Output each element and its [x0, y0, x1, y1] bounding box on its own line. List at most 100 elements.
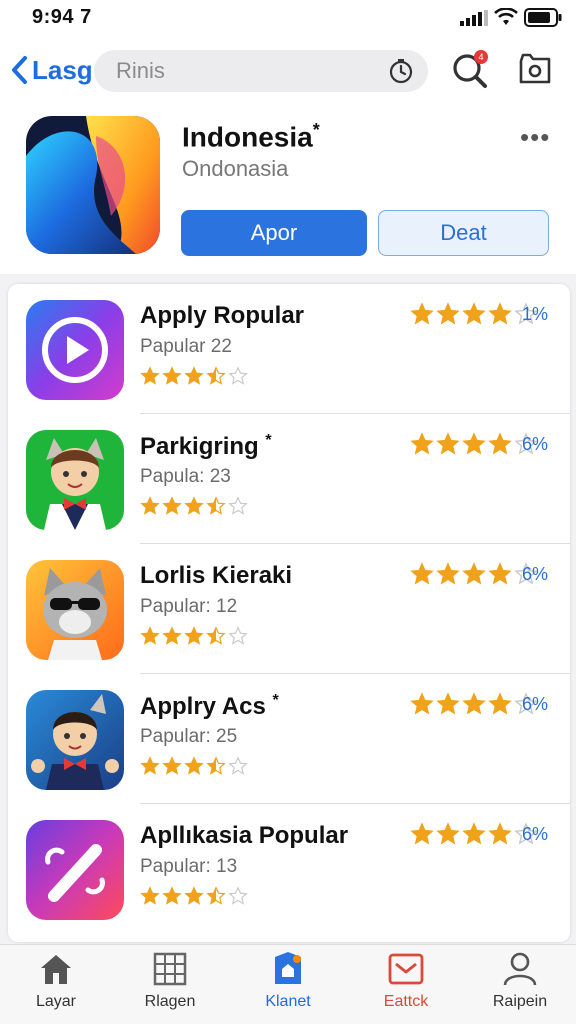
list-item[interactable]: Apllıkasia Popular Papular: 13 6% [8, 804, 570, 934]
small-rating [140, 626, 250, 648]
app-meta: Papular: 13 [140, 856, 238, 877]
star-icon [488, 302, 512, 325]
tab-klanet[interactable]: Klanet [238, 951, 338, 1021]
app-meta: Papular: 12 [140, 596, 238, 617]
star-icon [140, 496, 160, 515]
notification-badge: 4 [474, 50, 488, 64]
star-icon [184, 496, 204, 515]
home-icon [41, 955, 71, 984]
list-item[interactable]: Applry Acs * Papular: 25 6% [8, 674, 570, 804]
star-icon [140, 366, 160, 385]
top-nav: Lasg 4 [0, 36, 576, 106]
star-icon [162, 756, 182, 775]
small-rating [140, 366, 250, 388]
search-button[interactable]: 4 [450, 48, 490, 92]
star-icon [228, 886, 248, 905]
star-icon [488, 562, 512, 585]
rating-percent: 6% [522, 564, 549, 584]
grid-icon [153, 952, 187, 986]
small-rating [140, 496, 250, 518]
star-icon [162, 366, 182, 385]
app-icon-play [26, 300, 124, 400]
rating-percent: 6% [522, 824, 549, 844]
primary-action-button[interactable]: Apor [181, 210, 367, 256]
star-icon [462, 302, 486, 325]
more-options-icon[interactable]: ••• [520, 122, 550, 153]
star-icon [436, 432, 460, 455]
list-item[interactable]: Parkigring * Papula: 23 6% [8, 414, 570, 544]
rating-percent: 1% [522, 304, 549, 324]
star-icon [410, 822, 434, 845]
rating-percent: 6% [522, 434, 549, 454]
star-icon [162, 496, 182, 515]
back-label: Lasg [32, 54, 93, 85]
star-icon [436, 302, 460, 325]
search-input[interactable] [116, 58, 366, 84]
app-meta: Papular 22 [140, 336, 232, 357]
app-icon-boy-character [26, 690, 124, 790]
star-icon [488, 432, 512, 455]
small-rating [140, 886, 250, 908]
battery-icon [524, 8, 562, 27]
app-icon-cat-character [26, 430, 124, 530]
star-icon [462, 562, 486, 585]
star-rating [410, 432, 540, 456]
star-rating [410, 822, 540, 846]
star-rating [410, 692, 540, 716]
star-icon [410, 692, 434, 715]
star-icon [206, 886, 226, 905]
star-icon [206, 496, 226, 515]
star-icon [228, 366, 248, 385]
rating-percent: 6% [522, 694, 549, 714]
tab-rlagen[interactable]: Rlagen [120, 951, 220, 1021]
star-icon [184, 366, 204, 385]
star-icon [140, 626, 160, 645]
list-item[interactable]: Lorlis Kieraki Papular: 12 6% [8, 544, 570, 674]
person-icon [503, 952, 537, 986]
back-button[interactable]: Lasg [10, 50, 93, 90]
star-icon [184, 626, 204, 645]
star-icon [462, 822, 486, 845]
app-meta: Papula: 23 [140, 466, 231, 487]
star-icon [436, 822, 460, 845]
app-meta: Papular: 25 [140, 726, 238, 747]
star-icon [162, 626, 182, 645]
star-icon [410, 432, 434, 455]
star-icon [206, 756, 226, 775]
featured-app: Indonesia* Ondonasia ••• Apor Deat [0, 106, 576, 274]
star-icon [462, 432, 486, 455]
star-icon [206, 626, 226, 645]
star-icon [206, 366, 226, 385]
status-time: 9:94 7 [32, 6, 92, 28]
featured-subtitle: Ondonasia [182, 156, 289, 181]
star-icon [228, 756, 248, 775]
tab-raipein[interactable]: Raipein [470, 951, 570, 1021]
app-name: Parkigring * [140, 432, 272, 460]
star-icon [488, 692, 512, 715]
star-icon [436, 692, 460, 715]
star-icon [410, 562, 434, 585]
star-icon [228, 496, 248, 515]
star-icon [436, 562, 460, 585]
star-icon [140, 886, 160, 905]
featured-app-icon[interactable] [26, 116, 160, 254]
star-rating [410, 562, 540, 586]
app-icon-cool-cat [26, 560, 124, 660]
search-bar[interactable] [94, 50, 428, 92]
star-icon [228, 626, 248, 645]
timer-icon[interactable] [388, 58, 414, 84]
tab-layar[interactable]: Layar [6, 951, 106, 1021]
secondary-action-button[interactable]: Deat [378, 210, 549, 256]
app-name: Apllıkasia Popular [140, 822, 349, 849]
tab-bar: Layar Rlagen Klanet Eattck Raipein [0, 944, 576, 1024]
signal-icon [460, 10, 488, 26]
tab-eattck[interactable]: Eattck [356, 951, 456, 1021]
bookmark-icon [275, 952, 301, 984]
app-name: Apply Ropular [140, 302, 305, 329]
wifi-icon [494, 8, 518, 25]
camera-folder-icon[interactable] [518, 52, 552, 86]
list-item[interactable]: Apply Ropular Papular 22 1% [8, 284, 570, 414]
star-icon [162, 886, 182, 905]
app-name: Lorlis Kieraki [140, 562, 293, 589]
star-rating [410, 302, 540, 326]
